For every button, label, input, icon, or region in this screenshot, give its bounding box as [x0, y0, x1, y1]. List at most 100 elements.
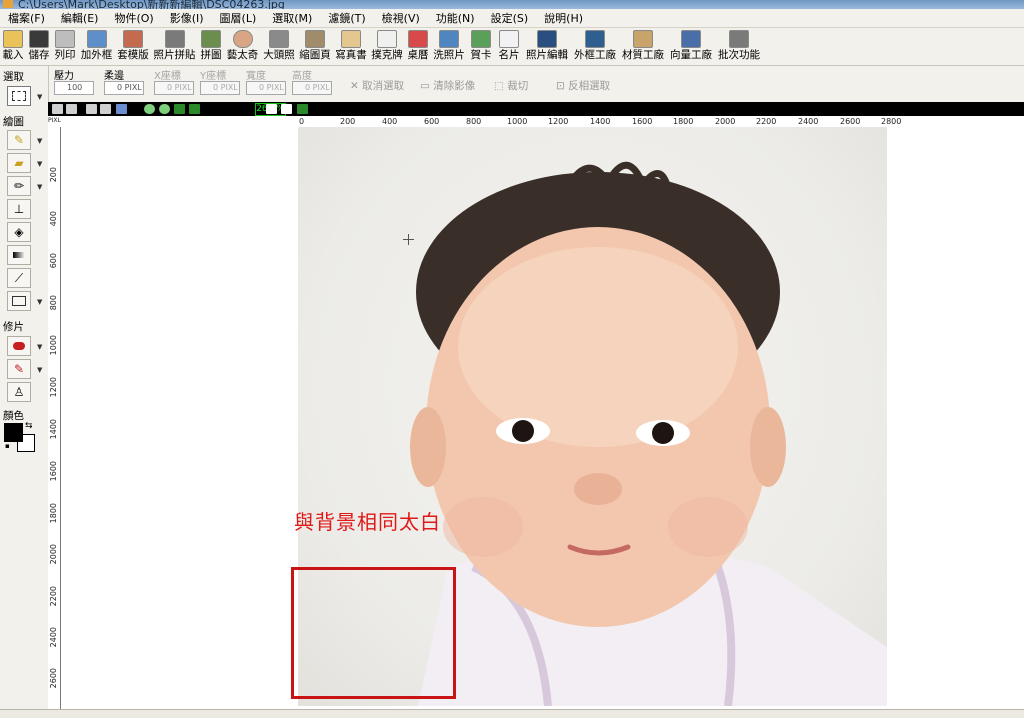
texture-factory-icon: [633, 30, 653, 48]
image-icon[interactable]: [116, 104, 127, 114]
toolbar-art-button[interactable]: 藝太奇: [224, 28, 261, 65]
ruler-left-label: 1600: [49, 461, 58, 482]
rect-select-tool[interactable]: [7, 86, 31, 106]
ruler-left-label: 200: [49, 167, 58, 183]
menu-object[interactable]: 物件(O): [106, 10, 161, 26]
clear-image-button[interactable]: ▭ 清除影像: [420, 78, 475, 93]
swap-colors-icon[interactable]: ⇆: [25, 421, 33, 431]
toolbar-card-button[interactable]: 賀卡: [467, 28, 495, 65]
toolbar-add-frame-button[interactable]: 加外框: [78, 28, 115, 65]
actual-size-icon[interactable]: [189, 104, 200, 114]
eyedropper-icon: ⟋: [14, 270, 24, 285]
retouch-brush-tool[interactable]: ✎: [7, 359, 31, 379]
toolbar-calendar-button[interactable]: 桌曆: [405, 28, 431, 65]
retouch-dropdown-icon[interactable]: ▼: [37, 366, 42, 374]
toolbar-photo-edit-button[interactable]: 照片編輯: [523, 28, 571, 65]
move-icon[interactable]: [297, 104, 308, 114]
reset-colors-icon[interactable]: ▪: [5, 442, 10, 450]
menu-function[interactable]: 功能(N): [428, 10, 483, 26]
menu-layer[interactable]: 圖層(L): [212, 10, 265, 26]
toolbar-frame-factory-button[interactable]: 外框工廠: [571, 28, 619, 65]
gradient-tool[interactable]: [7, 245, 31, 265]
cut-icon[interactable]: [100, 104, 111, 114]
print-photo-icon: [439, 30, 459, 48]
crop-button[interactable]: ⬚ 裁切: [494, 78, 528, 93]
red-eye-dropdown-icon[interactable]: ▼: [37, 343, 42, 351]
annotation-box: [291, 567, 456, 699]
toolbar-thumbnail-button[interactable]: 縮圖頁: [297, 28, 333, 65]
feather-input[interactable]: 0 PIXL: [104, 81, 144, 95]
y-coord-input[interactable]: 0 PIXL: [200, 81, 240, 95]
tool-panel: 選取 ▼ 繪圖 ✎ ▼ ▰ ▼ ✏ ▼ ⊥ ◈ ⟋ ▼ 修片 ▼ ✎ ▼ ♙ 顏…: [0, 66, 49, 709]
brush-dropdown-icon[interactable]: ▼: [37, 137, 42, 145]
pencil-dropdown-icon[interactable]: ▼: [37, 183, 42, 191]
height-input[interactable]: 0 PIXL: [292, 81, 332, 95]
menu-filter[interactable]: 濾鏡(T): [320, 10, 373, 26]
invert-selection-button[interactable]: ⊡ 反相選取: [556, 78, 610, 93]
toolbar-texture-factory-button[interactable]: 材質工廠: [619, 28, 667, 65]
toolbar-template-button[interactable]: 套模版: [115, 28, 151, 65]
toolbar-puzzle-button[interactable]: 拼圖: [198, 28, 224, 65]
brush-tool[interactable]: ✎: [7, 130, 31, 150]
toolbar-batch-button[interactable]: 批次功能: [715, 28, 763, 65]
clone-tool[interactable]: ♙: [7, 382, 31, 402]
ruler-top-label: 1800: [673, 117, 694, 126]
toolbar-collage-button[interactable]: 照片拼貼: [151, 28, 198, 65]
shape-dropdown-icon[interactable]: ▼: [37, 298, 42, 306]
window-title: C:\Users\Mark\Desktop\新新新編輯\DSC04263.jpg: [18, 0, 285, 9]
menu-settings[interactable]: 設定(S): [483, 10, 537, 26]
pointer-icon[interactable]: [266, 104, 277, 114]
eraser-tool[interactable]: ▰: [7, 153, 31, 173]
toolbar-portrait-button[interactable]: 大頭照: [261, 28, 297, 65]
zoom-out-icon[interactable]: [159, 104, 170, 114]
card-icon: [471, 30, 491, 48]
title-bar: C:\Users\Mark\Desktop\新新新編輯\DSC04263.jpg: [0, 0, 1024, 9]
width-input[interactable]: 0 PIXL: [246, 81, 286, 95]
toolbar-print-photo-button[interactable]: 洗照片: [431, 28, 467, 65]
toolbar-print-button[interactable]: 列印: [52, 28, 78, 65]
fill-tool[interactable]: ◈: [7, 222, 31, 242]
red-eye-icon: [13, 342, 25, 350]
cancel-selection-button[interactable]: ✕ 取消選取: [350, 78, 404, 93]
hand-icon[interactable]: [281, 104, 292, 114]
toolbar-load-button[interactable]: 載入: [0, 28, 26, 65]
shape-tool[interactable]: [7, 291, 31, 311]
stamp-tool[interactable]: ⊥: [7, 199, 31, 219]
calendar-icon: [408, 30, 428, 48]
ruler-top-label: 2800: [881, 117, 902, 126]
menu-edit[interactable]: 編輯(E): [53, 10, 107, 26]
options-bar: 壓力 100 柔邊 0 PIXL X座標 0 PIXL Y座標 0 PIXL 寬…: [0, 66, 1024, 103]
clone-icon: ♙: [13, 385, 25, 399]
menu-help[interactable]: 說明(H): [536, 10, 591, 26]
ruler-top-label: 600: [424, 117, 440, 126]
zoom-in-icon[interactable]: [144, 104, 155, 114]
namecard-icon: [499, 30, 519, 48]
ruler-left-label: 1200: [49, 377, 58, 398]
toolbar-poker-button[interactable]: 撲克牌: [369, 28, 405, 65]
menu-view[interactable]: 檢視(V): [374, 10, 428, 26]
eyedropper-tool[interactable]: ⟋: [7, 268, 31, 288]
red-eye-tool[interactable]: [7, 336, 31, 356]
paint-bucket-icon: ◈: [14, 225, 24, 239]
eraser-dropdown-icon[interactable]: ▼: [37, 160, 42, 168]
toolbar-vector-factory-button[interactable]: 向量工廠: [667, 28, 715, 65]
pencil-tool[interactable]: ✏: [7, 176, 31, 196]
poker-icon: [377, 30, 397, 48]
menu-select[interactable]: 選取(M): [264, 10, 320, 26]
copy-icon[interactable]: [86, 104, 97, 114]
foreground-color-swatch[interactable]: [4, 423, 23, 442]
art-icon: [232, 30, 253, 48]
rectangle-icon: [12, 296, 26, 306]
fit-window-icon[interactable]: [174, 104, 185, 114]
x-coord-input[interactable]: 0 PIXL: [154, 81, 194, 95]
pressure-input[interactable]: 100: [54, 81, 94, 95]
menu-file[interactable]: 檔案(F): [0, 10, 53, 26]
menu-image[interactable]: 影像(I): [162, 10, 212, 26]
redo-icon[interactable]: [66, 104, 77, 114]
undo-icon[interactable]: [52, 104, 63, 114]
toolbar-namecard-button[interactable]: 名片: [495, 28, 523, 65]
toolbar-photobook-button[interactable]: 寫真書: [333, 28, 369, 65]
select-dropdown-icon[interactable]: ▼: [37, 93, 42, 101]
ruler-top-label: 2600: [840, 117, 861, 126]
toolbar-save-button[interactable]: 儲存: [26, 28, 52, 65]
